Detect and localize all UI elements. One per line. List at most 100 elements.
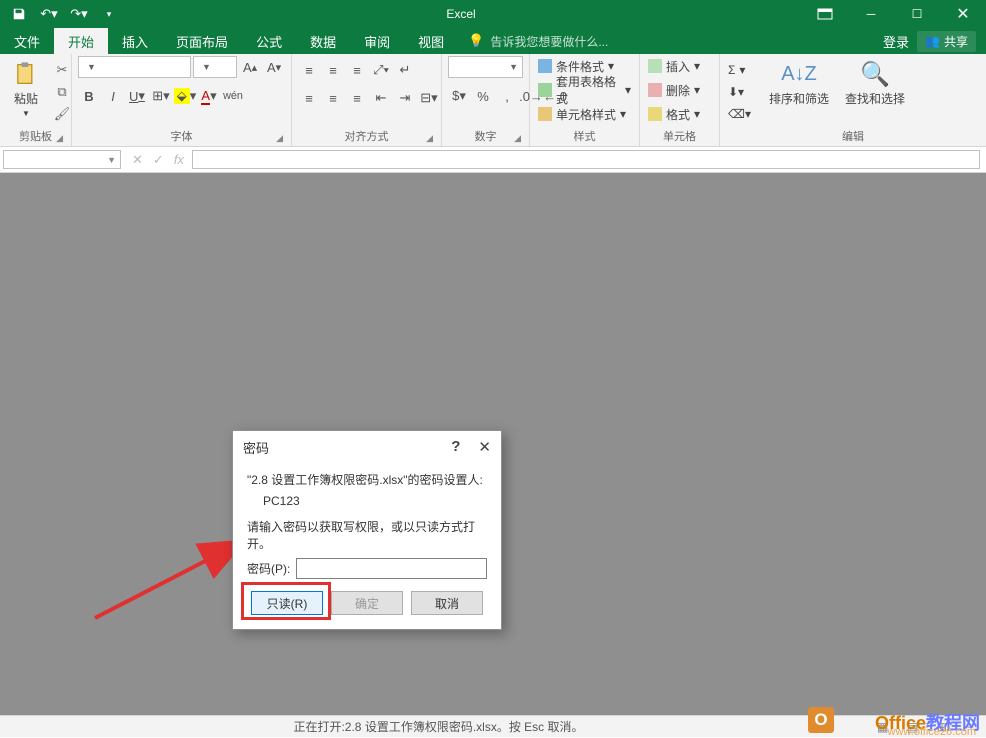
fill-button[interactable]: ⬇▾ bbox=[726, 82, 753, 102]
watermark-logo: O bbox=[808, 707, 834, 733]
tab-data[interactable]: 数据 bbox=[296, 28, 350, 54]
wrap-text-icon[interactable]: ↵ bbox=[394, 60, 416, 80]
dialog-title: 密码 bbox=[243, 438, 269, 457]
align-right-icon[interactable]: ≡ bbox=[346, 88, 368, 108]
increase-indent-icon[interactable]: ⇥ bbox=[394, 88, 416, 108]
work-area: 密码 ? ✕ "2.8 设置工作簿权限密码.xlsx"的密码设置人: PC123… bbox=[0, 173, 986, 735]
group-font: ▼ ▼ A▴ A▾ B I U▾ ⊞▾ ⬙▾ A▾ wén 字体◢ bbox=[72, 54, 292, 146]
maximize-button[interactable]: ☐ bbox=[894, 0, 940, 28]
share-button[interactable]: 👥共享 bbox=[917, 31, 976, 52]
align-middle-icon[interactable]: ≡ bbox=[322, 60, 344, 80]
group-cells: 插入▾ 删除▾ 格式▾ 单元格 bbox=[640, 54, 720, 146]
sort-filter-icon: A↓Z bbox=[785, 60, 813, 88]
copy-icon[interactable]: ⧉ bbox=[50, 82, 74, 102]
bold-button[interactable]: B bbox=[78, 86, 100, 106]
number-launcher[interactable]: ◢ bbox=[514, 133, 521, 144]
undo-icon[interactable]: ↶▾ bbox=[38, 3, 60, 25]
increase-font-icon[interactable]: A▴ bbox=[239, 57, 261, 77]
italic-button[interactable]: I bbox=[102, 86, 124, 106]
titlebar: ↶▾ ↷▾ ▾ Excel ─ ☐ ✕ bbox=[0, 0, 986, 28]
merge-button[interactable]: ⊟▾ bbox=[418, 88, 440, 108]
confirm-formula-icon[interactable]: ✓ bbox=[153, 152, 164, 168]
paste-icon bbox=[12, 60, 40, 88]
cell-styles-button[interactable]: 单元格样式▾ bbox=[536, 104, 628, 124]
tab-view[interactable]: 视图 bbox=[404, 28, 458, 54]
comma-button[interactable]: , bbox=[496, 86, 518, 106]
cancel-formula-icon[interactable]: ✕ bbox=[132, 152, 143, 168]
delete-cells-button[interactable]: 删除▾ bbox=[646, 80, 702, 100]
align-bottom-icon[interactable]: ≡ bbox=[346, 60, 368, 80]
password-dialog: 密码 ? ✕ "2.8 设置工作簿权限密码.xlsx"的密码设置人: PC123… bbox=[232, 430, 502, 630]
paste-button[interactable]: 粘贴 ▼ bbox=[6, 56, 46, 122]
dialog-instruction: 请输入密码以获取写权限，或以只读方式打开。 bbox=[247, 518, 487, 552]
tell-me-search[interactable]: 💡 告诉我您想要做什么... bbox=[458, 28, 608, 54]
lightbulb-icon: 💡 bbox=[468, 33, 484, 49]
name-box[interactable]: ▼ bbox=[3, 150, 121, 169]
help-button[interactable]: ? bbox=[451, 438, 460, 456]
ribbon-options-icon[interactable] bbox=[802, 0, 848, 28]
decrease-font-icon[interactable]: A▾ bbox=[263, 57, 285, 77]
format-as-table-button[interactable]: 套用表格格式▾ bbox=[536, 80, 633, 100]
tab-file[interactable]: 文件 bbox=[0, 28, 54, 54]
chevron-down-icon: ▼ bbox=[107, 155, 116, 165]
decrease-indent-icon[interactable]: ⇤ bbox=[370, 88, 392, 108]
tab-insert[interactable]: 插入 bbox=[108, 28, 162, 54]
minimize-button[interactable]: ─ bbox=[848, 0, 894, 28]
tab-review[interactable]: 审阅 bbox=[350, 28, 404, 54]
number-format-select[interactable]: ▼ bbox=[448, 56, 523, 78]
qat-customize-icon[interactable]: ▾ bbox=[98, 3, 120, 25]
percent-button[interactable]: % bbox=[472, 86, 494, 106]
align-left-icon[interactable]: ≡ bbox=[298, 88, 320, 108]
clear-button[interactable]: ⌫▾ bbox=[726, 104, 753, 124]
app-title: Excel bbox=[120, 7, 802, 21]
format-cells-button[interactable]: 格式▾ bbox=[646, 104, 702, 124]
chevron-down-icon: ▼ bbox=[22, 109, 30, 118]
font-color-button[interactable]: A▾ bbox=[198, 86, 220, 106]
tab-home[interactable]: 开始 bbox=[54, 28, 108, 54]
ribbon: 粘贴 ▼ ✂ ⧉ 🖌 剪贴板◢ ▼ ▼ A▴ A▾ B I U▾ ⊞▾ bbox=[0, 54, 986, 147]
group-styles: 条件格式▾ 套用表格格式▾ 单元格样式▾ 样式 bbox=[530, 54, 640, 146]
dialog-author: PC123 bbox=[247, 494, 487, 508]
find-icon: 🔍 bbox=[861, 60, 889, 88]
cancel-button[interactable]: 取消 bbox=[411, 591, 483, 615]
group-number: ▼ $▾ % , .0→ ←.0 数字◢ bbox=[442, 54, 530, 146]
statusbar: 正在打开:2.8 设置工作簿权限密码.xlsx。按 Esc 取消。 ▦ ▤ ⊞ … bbox=[0, 715, 986, 737]
alignment-launcher[interactable]: ◢ bbox=[426, 133, 433, 144]
tab-formulas[interactable]: 公式 bbox=[242, 28, 296, 54]
share-icon: 👥 bbox=[925, 34, 940, 48]
close-button[interactable]: ✕ bbox=[940, 0, 986, 28]
redo-icon[interactable]: ↷▾ bbox=[68, 3, 90, 25]
formula-input[interactable] bbox=[192, 150, 980, 169]
align-center-icon[interactable]: ≡ bbox=[322, 88, 344, 108]
readonly-button[interactable]: 只读(R) bbox=[251, 591, 323, 615]
group-editing: Σ▾ ⬇▾ ⌫▾ A↓Z 排序和筛选 🔍 查找和选择 编辑 bbox=[720, 54, 986, 146]
border-button[interactable]: ⊞▾ bbox=[150, 86, 172, 106]
autosum-button[interactable]: Σ▾ bbox=[726, 60, 753, 80]
clipboard-launcher[interactable]: ◢ bbox=[56, 133, 63, 144]
fill-color-button[interactable]: ⬙▾ bbox=[174, 86, 196, 106]
sort-filter-button[interactable]: A↓Z 排序和筛选 bbox=[763, 56, 835, 111]
group-alignment: ≡ ≡ ≡ ⤢▾ ↵ ≡ ≡ ≡ ⇤ ⇥ ⊟▾ 对齐方式◢ bbox=[292, 54, 442, 146]
find-select-button[interactable]: 🔍 查找和选择 bbox=[839, 56, 911, 111]
align-top-icon[interactable]: ≡ bbox=[298, 60, 320, 80]
font-launcher[interactable]: ◢ bbox=[276, 133, 283, 144]
ok-button[interactable]: 确定 bbox=[331, 591, 403, 615]
login-link[interactable]: 登录 bbox=[883, 32, 909, 51]
fx-icon[interactable]: fx bbox=[174, 152, 184, 167]
password-input[interactable] bbox=[296, 558, 487, 579]
font-size-select[interactable]: ▼ bbox=[193, 56, 237, 78]
underline-button[interactable]: U▾ bbox=[126, 86, 148, 106]
orientation-icon[interactable]: ⤢▾ bbox=[370, 60, 392, 80]
dialog-file-info: "2.8 设置工作簿权限密码.xlsx"的密码设置人: bbox=[247, 471, 487, 488]
insert-cells-button[interactable]: 插入▾ bbox=[646, 56, 702, 76]
format-painter-icon[interactable]: 🖌 bbox=[50, 104, 74, 124]
save-icon[interactable] bbox=[8, 3, 30, 25]
cut-icon[interactable]: ✂ bbox=[50, 60, 74, 80]
font-name-select[interactable]: ▼ bbox=[78, 56, 191, 78]
formula-bar: ▼ ✕ ✓ fx bbox=[0, 147, 986, 173]
phonetic-button[interactable]: wén bbox=[222, 86, 244, 106]
accounting-format-icon[interactable]: $▾ bbox=[448, 86, 470, 106]
tell-me-placeholder: 告诉我您想要做什么... bbox=[490, 33, 608, 50]
tab-pagelayout[interactable]: 页面布局 bbox=[162, 28, 242, 54]
dialog-close-button[interactable]: ✕ bbox=[478, 438, 491, 456]
